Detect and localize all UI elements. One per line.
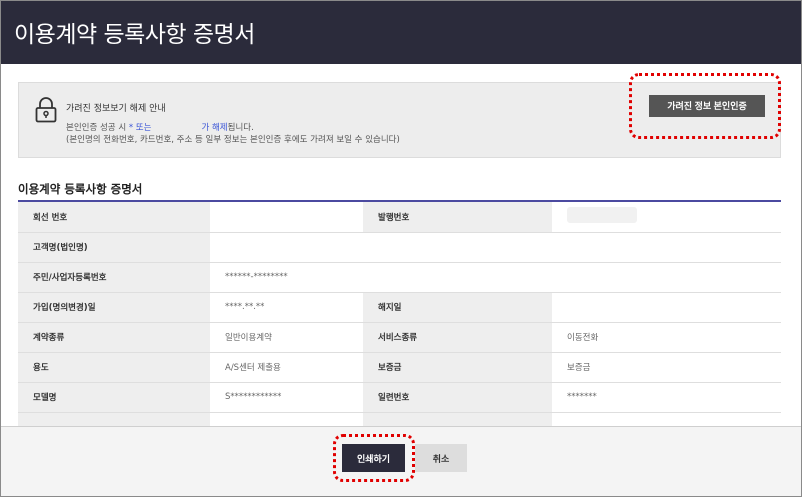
notice-heading: 가려진 정보보기 해제 안내 xyxy=(66,104,166,114)
label-service-type: 서비스종류 xyxy=(363,322,552,353)
label-join-date: 가입(명의변경)일 xyxy=(18,292,210,323)
value-purpose: A/S센터 제출용 xyxy=(210,352,363,383)
value-registration-number: ******-******** xyxy=(210,262,781,293)
page-title: 이용계약 등록사항 증명서 xyxy=(14,22,255,48)
value-service-type: 이동전화 xyxy=(552,322,781,353)
notice-line-1: 본인인증 성공 시 * 또는 가 해제됩니다. xyxy=(66,121,254,133)
label-clipped xyxy=(18,412,210,426)
verify-identity-button[interactable]: 가려진 정보 본인인증 xyxy=(649,95,765,117)
label-registration-number: 주민/사업자등록번호 xyxy=(18,262,210,293)
masked-info-notice: 가려진 정보보기 해제 안내 본인인증 성공 시 * 또는 가 해제됩니다. (본… xyxy=(18,82,781,158)
label-deposit: 보증금 xyxy=(363,352,552,383)
value-join-date: ****.**.** xyxy=(210,292,363,323)
blurred-value xyxy=(567,207,637,224)
value-contract-type: 일반이용계약 xyxy=(210,322,363,353)
lock-icon xyxy=(35,97,57,123)
notice-line-1-marker: * 또는 xyxy=(128,123,152,133)
table-row xyxy=(18,412,781,426)
label-issue-number: 발행번호 xyxy=(363,202,552,233)
value-line-number xyxy=(210,202,363,233)
table-row: 가입(명의변경)일 ****.**.** 해지일 xyxy=(18,292,781,323)
table-row: 주민/사업자등록번호 ******-******** xyxy=(18,262,781,293)
value-clipped-2 xyxy=(552,412,781,426)
value-termination-date xyxy=(552,292,781,323)
label-line-number: 회선 번호 xyxy=(18,202,210,233)
label-customer-name: 고객명(법인명) xyxy=(18,232,210,263)
value-clipped xyxy=(210,412,363,426)
table-row: 모델명 S************ 일련번호 ******* xyxy=(18,382,781,413)
value-model-name: S************ xyxy=(210,382,363,413)
notice-line-2: (본인명의 전화번호, 카드번호, 주소 등 일부 정보는 본인인증 후에도 가… xyxy=(66,135,400,145)
title-bar: 이용계약 등록사항 증명서 xyxy=(1,1,801,64)
label-serial-number: 일련번호 xyxy=(363,382,552,413)
cancel-button[interactable]: 취소 xyxy=(415,444,467,472)
certificate-table: 회선 번호 발행번호 고객명(법인명) 주민/사업자등록번호 ******-**… xyxy=(18,202,781,426)
notice-line-1-highlight: 가 해제 xyxy=(201,123,228,133)
label-clipped-2 xyxy=(363,412,552,426)
section-title: 이용계약 등록사항 증명서 xyxy=(18,182,143,196)
value-issue-number xyxy=(552,202,781,233)
table-row: 용도 A/S센터 제출용 보증금 보증금 xyxy=(18,352,781,383)
table-row: 계약종류 일반이용계약 서비스종류 이동전화 xyxy=(18,322,781,353)
value-customer-name xyxy=(210,232,781,263)
label-termination-date: 해지일 xyxy=(363,292,552,323)
notice-line-1-suffix: 됩니다. xyxy=(227,123,254,133)
table-row: 회선 번호 발행번호 xyxy=(18,202,781,233)
table-row: 고객명(법인명) xyxy=(18,232,781,263)
label-contract-type: 계약종류 xyxy=(18,322,210,353)
label-model-name: 모델명 xyxy=(18,382,210,413)
label-purpose: 용도 xyxy=(18,352,210,383)
value-deposit: 보증금 xyxy=(552,352,781,383)
value-serial-number: ******* xyxy=(552,382,781,413)
print-button[interactable]: 인쇄하기 xyxy=(342,444,405,472)
notice-line-1-prefix: 본인인증 성공 시 xyxy=(66,123,127,133)
